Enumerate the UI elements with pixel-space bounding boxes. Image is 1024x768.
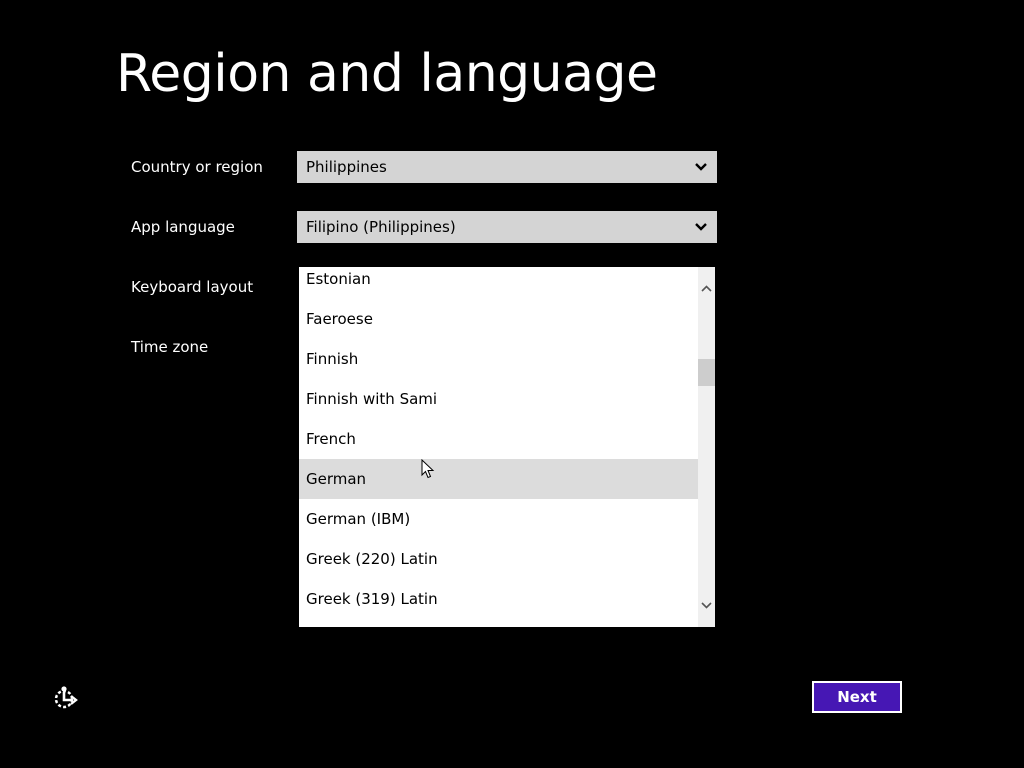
time-zone-label: Time zone [131, 338, 209, 356]
keyboard-layout-option[interactable]: German (IBM) [299, 499, 697, 539]
keyboard-layout-option[interactable]: French [299, 419, 697, 459]
keyboard-layout-option[interactable]: German [299, 459, 715, 499]
next-button[interactable]: Next [812, 681, 902, 713]
keyboard-list-scrollbar[interactable] [698, 267, 715, 627]
keyboard-layout-option[interactable]: Finnish [299, 339, 697, 379]
keyboard-layout-items: Estonian Faeroese Finnish Finnish with Sami… [299, 267, 715, 619]
country-select-value: Philippines [306, 158, 387, 176]
keyboard-layout-option[interactable]: Greek (319) Latin [299, 579, 697, 619]
chevron-down-icon [695, 163, 707, 171]
app-language-select-value: Filipino (Philippines) [306, 218, 456, 236]
setup-page: Region and language Country or region Ap… [0, 0, 1024, 768]
keyboard-layout-label: Keyboard layout [131, 278, 254, 296]
app-language-select[interactable]: Filipino (Philippines) [297, 211, 717, 243]
app-language-label: App language [131, 218, 235, 236]
keyboard-layout-option[interactable]: Finnish with Sami [299, 379, 697, 419]
keyboard-layout-option[interactable]: Greek (220) Latin [299, 539, 697, 579]
chevron-down-icon[interactable] [700, 599, 713, 611]
country-label: Country or region [131, 158, 263, 176]
keyboard-layout-list[interactable]: Estonian Faeroese Finnish Finnish with Sami… [299, 267, 715, 627]
page-title: Region and language [116, 44, 658, 104]
country-select[interactable]: Philippines [297, 151, 717, 183]
scrollbar-thumb[interactable] [698, 359, 715, 386]
keyboard-layout-option[interactable]: Faeroese [299, 299, 697, 339]
chevron-down-icon [695, 223, 707, 231]
ease-of-access-icon[interactable] [52, 684, 80, 712]
chevron-up-icon[interactable] [700, 283, 713, 295]
keyboard-layout-option[interactable]: Estonian [299, 267, 697, 299]
